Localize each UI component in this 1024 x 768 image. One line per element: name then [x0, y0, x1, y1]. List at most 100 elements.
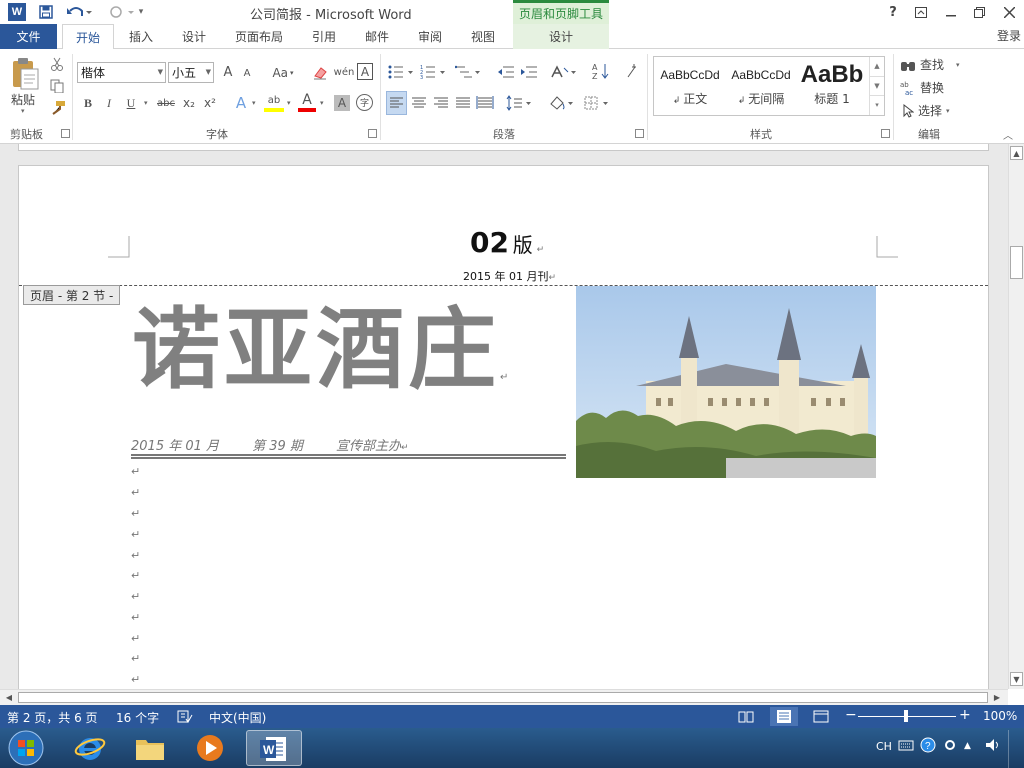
increase-indent-icon[interactable]: [520, 64, 538, 83]
underline-button[interactable]: U: [122, 93, 140, 113]
horizontal-scrollbar[interactable]: ◀ ▶: [0, 689, 1008, 705]
asian-layout-icon[interactable]: [550, 64, 578, 83]
enclose-characters-button[interactable]: 字: [356, 94, 373, 111]
justify-icon[interactable]: [454, 92, 472, 117]
print-layout-button[interactable]: [770, 707, 798, 726]
tab-review[interactable]: 审阅: [408, 24, 452, 49]
character-shading-button[interactable]: A: [334, 95, 350, 111]
taskbar-explorer[interactable]: [122, 730, 178, 766]
ribbon-display-options-icon[interactable]: [908, 2, 934, 22]
paste-dropdown-icon[interactable]: ▾: [21, 107, 25, 115]
font-color-dropdown-icon[interactable]: ▾: [320, 99, 324, 107]
paragraph-launcher-icon[interactable]: [635, 129, 644, 138]
select-button[interactable]: 选择 ▾: [902, 102, 950, 119]
styles-scroll-up-icon[interactable]: ▲: [870, 57, 884, 76]
subscript-button[interactable]: x₂: [180, 93, 198, 113]
style-heading1[interactable]: AaBb 标题 1: [798, 60, 866, 112]
collapse-ribbon-icon[interactable]: ︿: [1003, 127, 1013, 142]
cut-icon[interactable]: [50, 57, 64, 74]
font-name-combo[interactable]: 楷体 ▼: [77, 62, 166, 83]
language-status[interactable]: 中文(中国): [209, 709, 266, 726]
show-hidden-icons-icon[interactable]: ▲: [964, 741, 971, 751]
volume-icon[interactable]: [985, 738, 1001, 755]
tab-home[interactable]: 开始: [62, 24, 114, 50]
highlight-dropdown-icon[interactable]: ▾: [287, 99, 291, 107]
replace-button[interactable]: ab ac 替换: [900, 79, 944, 96]
style-normal[interactable]: AaBbCcDd ↲ 正文: [655, 60, 725, 112]
superscript-button[interactable]: x²: [201, 93, 219, 113]
character-border-button[interactable]: A: [357, 63, 373, 80]
page-count-status[interactable]: 第 2 页，共 6 页: [7, 709, 98, 726]
tab-insert[interactable]: 插入: [119, 24, 163, 49]
align-left-button[interactable]: [386, 91, 407, 115]
font-color-button[interactable]: A: [298, 92, 316, 112]
help-button[interactable]: ?: [880, 2, 906, 22]
tab-mailings[interactable]: 邮件: [355, 24, 399, 49]
distributed-icon[interactable]: [476, 92, 494, 117]
borders-icon[interactable]: [583, 92, 611, 117]
numbering-icon[interactable]: 123: [420, 64, 446, 83]
paste-button[interactable]: 粘贴: [11, 91, 35, 108]
multilevel-list-icon[interactable]: [454, 64, 481, 83]
tab-page-layout[interactable]: 页面布局: [225, 24, 293, 49]
font-launcher-icon[interactable]: [368, 129, 377, 138]
clipboard-launcher-icon[interactable]: [61, 129, 70, 138]
style-no-spacing[interactable]: AaBbCcDd ↲ 无间隔: [726, 60, 796, 112]
clear-formatting-icon[interactable]: [312, 64, 328, 83]
font-size-combo[interactable]: 小五 ▼: [168, 62, 214, 83]
signin-link[interactable]: 登录: [997, 27, 1021, 44]
text-effects-dropdown-icon[interactable]: ▾: [252, 99, 256, 107]
sort-icon[interactable]: AZ: [592, 62, 610, 83]
align-center-icon[interactable]: [410, 92, 428, 117]
word-app-icon[interactable]: W: [8, 3, 26, 21]
bullets-icon[interactable]: [388, 64, 414, 83]
start-button[interactable]: [6, 729, 46, 767]
text-effects-button[interactable]: A: [232, 93, 250, 113]
show-desktop-button[interactable]: [1008, 730, 1024, 768]
horizontal-scroll-thumb[interactable]: [18, 692, 988, 703]
tab-design[interactable]: 设计: [172, 24, 216, 49]
align-right-icon[interactable]: [432, 92, 450, 117]
zoom-slider-thumb[interactable]: [904, 710, 908, 722]
copy-icon[interactable]: [50, 79, 64, 96]
close-icon[interactable]: [996, 2, 1022, 22]
styles-more-icon[interactable]: ▾: [870, 95, 884, 113]
tab-file[interactable]: 文件: [0, 24, 57, 49]
decrease-indent-icon[interactable]: [497, 64, 515, 83]
paste-icon[interactable]: [10, 57, 40, 91]
redo-icon[interactable]: [106, 2, 136, 22]
web-layout-icon[interactable]: [813, 710, 829, 726]
zoom-out-button[interactable]: −: [845, 707, 857, 723]
minimize-icon[interactable]: [938, 2, 964, 22]
phonetic-guide-button[interactable]: wén: [334, 62, 355, 83]
word-count-status[interactable]: 16 个字: [116, 709, 159, 726]
keyboard-icon[interactable]: [898, 738, 914, 755]
save-icon[interactable]: [36, 2, 56, 22]
format-painter-icon[interactable]: [50, 101, 66, 118]
scroll-down-icon[interactable]: ▼: [1010, 672, 1023, 686]
show-formatting-marks-icon[interactable]: [624, 63, 638, 82]
grow-font-button[interactable]: A: [220, 62, 236, 83]
tab-references[interactable]: 引用: [302, 24, 346, 49]
undo-icon[interactable]: [64, 2, 94, 22]
change-case-button[interactable]: Aa ▾: [268, 62, 298, 83]
strikethrough-button[interactable]: abc: [155, 93, 177, 113]
shrink-font-button[interactable]: A: [240, 64, 254, 83]
line-spacing-icon[interactable]: [506, 92, 534, 117]
styles-scroller[interactable]: ▲ ▼ ▾: [869, 57, 884, 115]
zoom-in-button[interactable]: +: [959, 707, 971, 723]
vertical-scrollbar[interactable]: ▲ ▼: [1008, 144, 1024, 689]
castle-photo[interactable]: [576, 286, 876, 478]
find-button[interactable]: 查找 ▾: [900, 56, 960, 73]
proofing-icon[interactable]: [177, 710, 193, 726]
highlight-button[interactable]: ab: [264, 92, 284, 112]
styles-scroll-down-icon[interactable]: ▼: [870, 76, 884, 95]
taskbar-media-player[interactable]: [182, 730, 238, 766]
bold-button[interactable]: B: [80, 93, 96, 113]
scroll-right-icon[interactable]: ▶: [990, 691, 1004, 704]
ime-help-icon[interactable]: ?: [920, 737, 936, 756]
tab-view[interactable]: 视图: [461, 24, 505, 49]
tab-header-footer-design[interactable]: 设计: [513, 24, 609, 49]
underline-dropdown-icon[interactable]: ▾: [144, 99, 148, 107]
italic-button[interactable]: I: [101, 93, 117, 113]
